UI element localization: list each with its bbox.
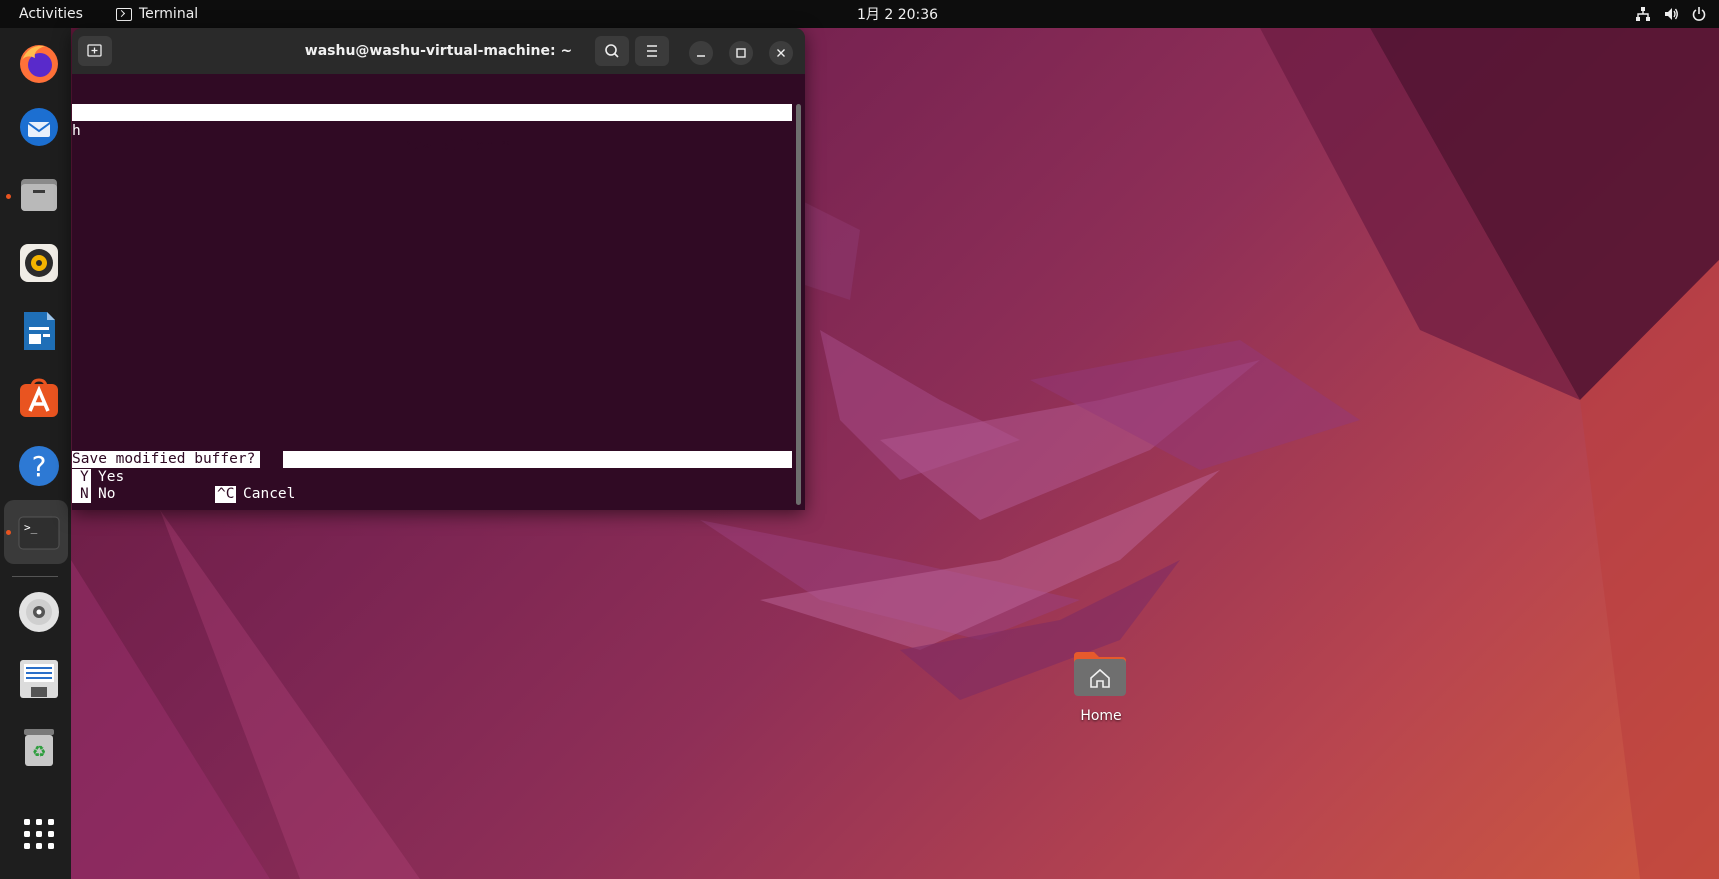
terminal-icon: >_ [18, 516, 60, 550]
close-button[interactable] [769, 41, 793, 65]
nano-save-prompt: Save modified buffer? [72, 451, 792, 468]
dock-item-disc[interactable] [4, 579, 68, 643]
dock-item-firefox[interactable] [4, 31, 68, 95]
text-editor-icon [20, 660, 58, 698]
running-indicator [6, 530, 11, 535]
dock-item-ubuntu-software[interactable] [4, 365, 68, 429]
svg-text:?: ? [32, 450, 47, 483]
thunderbird-icon [20, 108, 58, 146]
software-icon [20, 378, 58, 417]
system-tray[interactable] [1635, 0, 1707, 28]
dock-item-terminal[interactable]: >_ [4, 500, 68, 564]
terminal-scrollbar[interactable] [796, 104, 801, 505]
app-grid-icon [24, 819, 54, 849]
svg-text:♻: ♻ [32, 742, 46, 761]
writer-icon [24, 312, 55, 350]
power-icon [1691, 6, 1707, 22]
app-menu-terminal[interactable]: Terminal [116, 0, 198, 28]
terminal-body[interactable]: GNU nano 6.2 New Buffer * h Save modifie… [72, 74, 805, 510]
dock-item-help[interactable]: ? [4, 433, 68, 497]
option-label-cancel[interactable]: Cancel [243, 486, 295, 503]
dock: ? >_ ♻ [0, 28, 71, 879]
search-icon [605, 44, 619, 58]
clock[interactable]: 1月 2 20:36 [857, 0, 938, 28]
home-label: Home [1080, 708, 1122, 724]
files-icon [21, 179, 57, 211]
top-bar: Activities Terminal 1月 2 20:36 [0, 0, 1719, 28]
dock-item-show-apps[interactable] [4, 801, 68, 865]
firefox-icon [20, 45, 58, 83]
save-prompt-text: Save modified buffer? [72, 451, 261, 468]
dock-item-files[interactable] [4, 162, 68, 226]
trash-icon: ♻ [24, 729, 54, 766]
dock-item-rhythmbox[interactable] [4, 230, 68, 294]
nano-buffer-content[interactable]: h [72, 123, 81, 140]
rhythmbox-icon [20, 244, 58, 282]
app-menu-label: Terminal [139, 6, 199, 22]
dock-item-text-editor[interactable] [4, 646, 68, 710]
volume-icon [1663, 6, 1679, 22]
hamburger-icon [647, 45, 657, 57]
running-indicator [6, 194, 11, 199]
terminal-window[interactable]: washu@washu-virtual-machine: ~ GNU nano … [72, 28, 805, 510]
terminal-headerbar[interactable]: washu@washu-virtual-machine: ~ [72, 28, 805, 74]
disc-icon [19, 592, 59, 632]
save-prompt-input[interactable] [279, 451, 792, 468]
desktop-icon-home[interactable]: Home [1062, 646, 1140, 726]
svg-text:>_: >_ [24, 521, 38, 534]
minimize-button[interactable] [689, 41, 713, 65]
option-label-yes[interactable]: Yes [98, 469, 124, 486]
nano-version: GNU nano 6.2 [88, 121, 193, 137]
close-icon [777, 49, 785, 57]
dock-item-writer[interactable] [4, 298, 68, 362]
help-icon: ? [19, 446, 59, 486]
dock-item-trash[interactable]: ♻ [4, 714, 68, 778]
menu-button[interactable] [635, 36, 669, 66]
maximize-icon [736, 48, 746, 58]
search-button[interactable] [595, 36, 629, 66]
nano-title-bar: GNU nano 6.2 New Buffer * [72, 104, 792, 154]
maximize-button[interactable] [729, 41, 753, 65]
nano-buffer-name: New Buffer * [405, 138, 510, 154]
option-key-yes[interactable]: Y [72, 469, 91, 486]
activities-button[interactable]: Activities [8, 0, 94, 28]
option-key-cancel[interactable]: ^C [215, 486, 237, 503]
dock-item-thunderbird[interactable] [4, 94, 68, 158]
option-key-no[interactable]: N [72, 486, 91, 503]
minimize-icon [697, 55, 705, 57]
dock-separator [12, 576, 58, 577]
option-label-no[interactable]: No [98, 486, 115, 503]
home-folder-icon [1074, 652, 1126, 696]
network-icon [1635, 6, 1651, 22]
terminal-small-icon [116, 7, 132, 21]
